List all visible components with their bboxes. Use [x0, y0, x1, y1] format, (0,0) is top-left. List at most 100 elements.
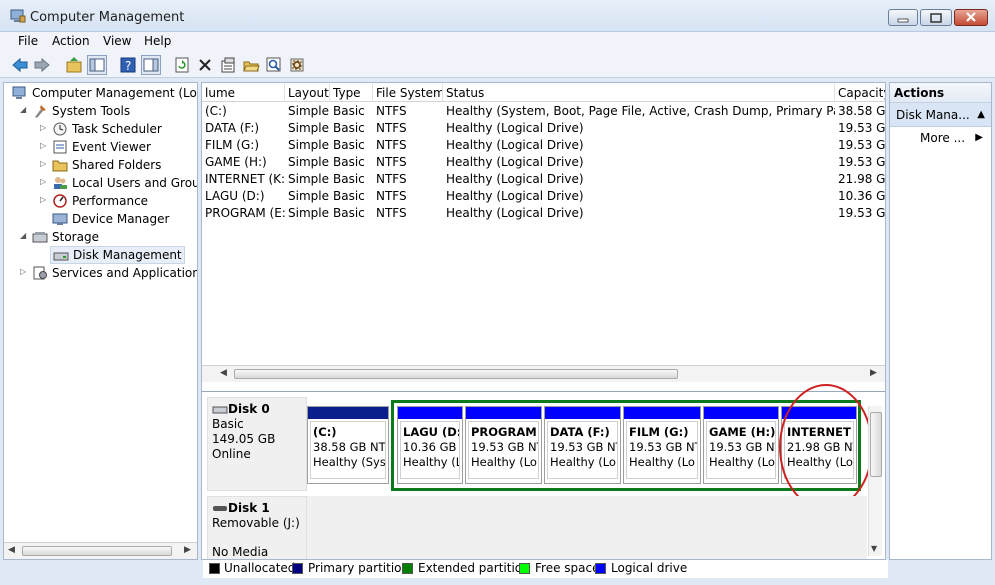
- delete-button[interactable]: [195, 55, 215, 75]
- partition-block[interactable]: (C:) 38.58 GB NTF Healthy (Syst: [307, 406, 389, 484]
- cell-layout: Simple: [288, 189, 329, 203]
- cell-file-system: NTFS: [376, 138, 407, 152]
- graph-vertical-scrollbar[interactable]: ▼: [868, 406, 882, 556]
- tree-item-device-manager[interactable]: Device Manager: [52, 210, 169, 228]
- cell-file-system: NTFS: [376, 189, 407, 203]
- navigation-tree: Computer Management (Local ◢ System Tool…: [3, 82, 198, 560]
- submenu-arrow-icon: ▶: [975, 132, 983, 143]
- volume-row[interactable]: (C:) Simple Basic NTFS Healthy (System, Boot…: [202, 103, 885, 120]
- properties-button[interactable]: [218, 55, 238, 75]
- tree-item-task-scheduler[interactable]: Task Scheduler: [52, 120, 162, 138]
- scroll-left-icon[interactable]: ◀: [8, 545, 15, 555]
- volume-list-horizontal-scrollbar[interactable]: ◀ ▶: [202, 365, 885, 382]
- disk-1-info[interactable]: Disk 1 Removable (J:) No Media: [207, 496, 307, 559]
- tree-item-local-users[interactable]: Local Users and Groups: [52, 174, 197, 192]
- menu-action[interactable]: Action: [52, 34, 90, 48]
- volume-row[interactable]: INTERNET (K:) Simple Basic NTFS Healthy (Log…: [202, 171, 886, 188]
- tree-item-computer-management[interactable]: Computer Management (Local: [12, 84, 198, 102]
- disk-drive-icon: [212, 406, 228, 413]
- console-tree-button[interactable]: [141, 55, 161, 75]
- device-manager-icon: [52, 213, 68, 225]
- find-button[interactable]: [264, 55, 284, 75]
- cell-volume: DATA (F:): [205, 121, 260, 135]
- settings-icon: [290, 58, 304, 72]
- show-hide-tree-button[interactable]: [87, 55, 107, 75]
- open-button[interactable]: [241, 55, 261, 75]
- collapse-icon[interactable]: ◢: [20, 106, 28, 114]
- title-bar: Computer Management: [0, 0, 995, 32]
- window-title: Computer Management: [30, 10, 185, 25]
- disk-0-type: Basic: [212, 417, 244, 431]
- scroll-down-icon[interactable]: ▼: [871, 544, 877, 553]
- tree-horizontal-scrollbar[interactable]: ◀ ▶: [4, 542, 197, 559]
- column-header-type[interactable]: Type: [330, 84, 373, 102]
- cell-volume: PROGRAM (E:): [205, 206, 285, 220]
- menu-help[interactable]: Help: [144, 34, 171, 48]
- expand-icon[interactable]: ▷: [20, 268, 28, 276]
- refresh-button[interactable]: [172, 55, 192, 75]
- column-header-volume[interactable]: lume: [202, 84, 285, 102]
- scroll-thumb[interactable]: [22, 546, 172, 556]
- settings-button[interactable]: [287, 55, 307, 75]
- volume-row[interactable]: LAGU (D:) Simple Basic NTFS Healthy (Logical…: [202, 188, 885, 205]
- menu-file[interactable]: File: [18, 34, 38, 48]
- collapse-icon[interactable]: ◢: [20, 232, 28, 240]
- scroll-thumb[interactable]: [234, 369, 678, 379]
- scroll-thumb[interactable]: [870, 412, 882, 477]
- cell-capacity: 21.98 GB: [838, 172, 886, 186]
- tree-item-disk-management[interactable]: Disk Management: [50, 246, 185, 264]
- back-arrow-icon: [12, 57, 28, 73]
- expand-icon[interactable]: ▷: [40, 160, 48, 168]
- maximize-button[interactable]: [920, 9, 952, 26]
- tree-label: Services and Applications: [52, 266, 198, 280]
- more-actions-label: More ...: [920, 131, 966, 145]
- forward-button[interactable]: [32, 55, 52, 75]
- volume-row[interactable]: PROGRAM (E:) Simple Basic NTFS Healthy (Logi…: [202, 205, 885, 222]
- disk-1-name: Disk 1: [228, 501, 270, 515]
- actions-header: Actions: [890, 83, 991, 103]
- tree-item-event-viewer[interactable]: Event Viewer: [52, 138, 151, 156]
- column-header-layout[interactable]: Layout: [285, 84, 330, 102]
- expand-icon[interactable]: ▷: [40, 124, 48, 132]
- removable-drive-icon: [213, 505, 227, 511]
- volume-row[interactable]: DATA (F:) Simple Basic NTFS Healthy (Logical…: [202, 120, 885, 137]
- tree-item-performance[interactable]: Performance: [52, 192, 148, 210]
- find-icon: [266, 57, 281, 72]
- minimize-button[interactable]: [888, 9, 918, 26]
- more-actions-item[interactable]: More ... ▶: [890, 127, 991, 149]
- legend-label-unallocated: Unallocated: [224, 561, 296, 575]
- open-icon: [243, 61, 260, 72]
- expand-icon[interactable]: ▷: [40, 178, 48, 186]
- close-button[interactable]: [954, 9, 988, 26]
- disk-0-info[interactable]: Disk 0 Basic 149.05 GB Online: [207, 397, 307, 491]
- scroll-right-icon[interactable]: ▶: [184, 545, 191, 555]
- tree-item-shared-folders[interactable]: Shared Folders: [52, 156, 161, 174]
- expand-icon[interactable]: ▷: [40, 142, 48, 150]
- menu-view[interactable]: View: [103, 34, 131, 48]
- up-button[interactable]: [64, 55, 84, 75]
- scroll-right-icon[interactable]: ▶: [870, 368, 877, 378]
- volume-row[interactable]: FILM (G:) Simple Basic NTFS Healthy (Logical…: [202, 137, 885, 154]
- column-header-capacity[interactable]: Capacity: [835, 84, 885, 102]
- back-button[interactable]: [10, 55, 30, 75]
- scroll-left-icon[interactable]: ◀: [220, 368, 227, 378]
- tree-label: Computer Management (Local: [32, 86, 198, 100]
- help-icon: ?: [120, 57, 136, 73]
- collapse-up-icon[interactable]: ▲: [977, 103, 985, 127]
- help-button[interactable]: ?: [118, 55, 138, 75]
- cell-type: Basic: [333, 138, 365, 152]
- actions-disk-management[interactable]: Disk Mana... ▲: [890, 103, 991, 127]
- partition-details: (C:) 38.58 GB NTF Healthy (Syst: [310, 421, 386, 479]
- up-folder-icon: [66, 57, 82, 73]
- column-header-status[interactable]: Status: [443, 84, 835, 102]
- tree-item-storage[interactable]: Storage: [32, 228, 99, 246]
- cell-file-system: NTFS: [376, 104, 407, 118]
- tree-item-system-tools[interactable]: System Tools: [32, 102, 130, 120]
- column-header-file-system[interactable]: File System: [373, 84, 443, 102]
- tree-item-services[interactable]: Services and Applications: [32, 264, 198, 282]
- tools-icon: [35, 105, 46, 118]
- volume-row[interactable]: GAME (H:) Simple Basic NTFS Healthy (Logical…: [202, 154, 885, 171]
- expand-icon[interactable]: ▷: [40, 196, 48, 204]
- legend: Unallocated Primary partition Extended p…: [203, 560, 888, 578]
- cell-layout: Simple: [288, 121, 329, 135]
